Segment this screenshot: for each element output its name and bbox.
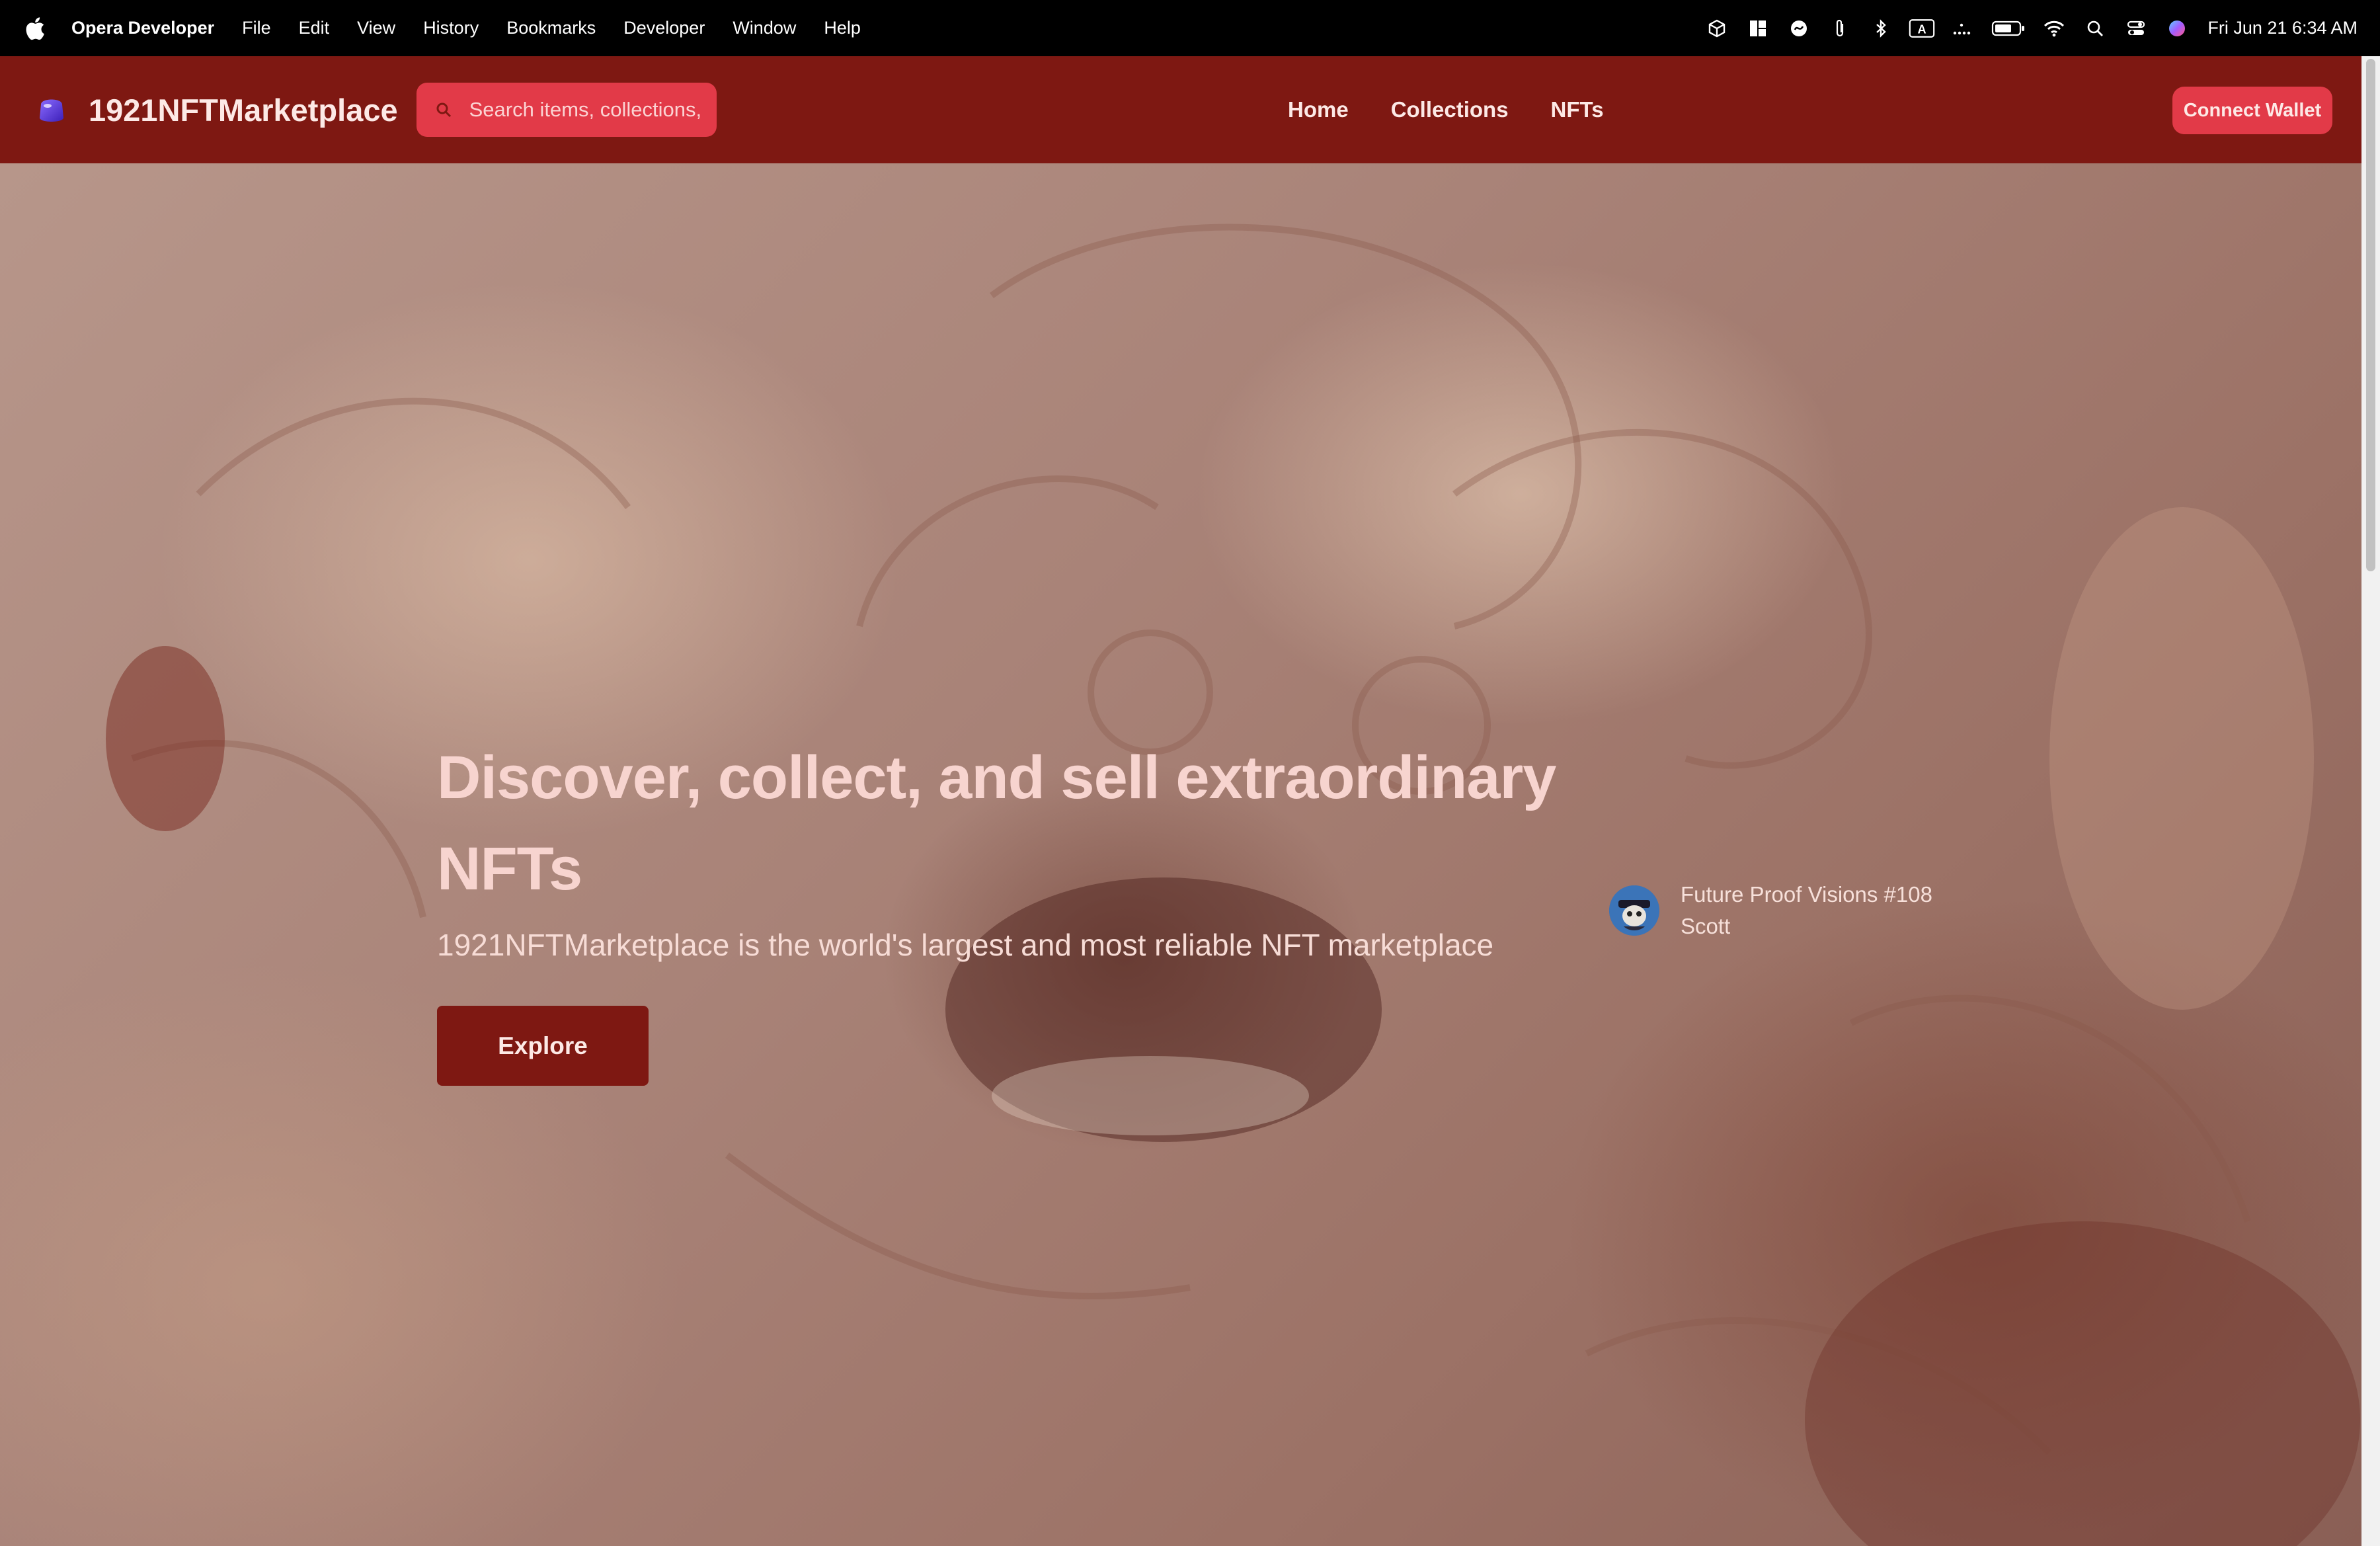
hero-title: Discover, collect, and sell extraordinar… (437, 744, 1556, 903)
hero-content: Discover, collect, and sell extraordinar… (437, 732, 1561, 1086)
spotlight-search-icon[interactable] (2082, 15, 2108, 42)
control-center-icon[interactable] (2123, 15, 2149, 42)
creator-avatar[interactable] (1609, 885, 1659, 936)
menu-developer[interactable]: Developer (623, 18, 705, 38)
nav-nfts[interactable]: NFTs (1551, 97, 1604, 122)
search-icon (435, 100, 455, 120)
menu-help[interactable]: Help (824, 18, 861, 38)
hero-section: Discover, collect, and sell extraordinar… (0, 163, 2361, 1546)
nav-collections[interactable]: Collections (1391, 97, 1509, 122)
menu-history[interactable]: History (423, 18, 479, 38)
dots-icon[interactable] (1950, 15, 1976, 42)
main-nav: Home Collections NFTs (1288, 56, 1646, 163)
page-scrollbar[interactable] (2361, 56, 2380, 1546)
featured-nft-creator[interactable]: Scott (1681, 911, 1932, 942)
system-menu-bar: Opera Developer File Edit View History B… (0, 0, 2380, 56)
menubar-status-area: A Fri Jun 21 6:34 AM (1689, 0, 2358, 56)
app-menu[interactable]: Opera Developer (71, 18, 214, 38)
explore-button[interactable]: Explore (437, 1006, 649, 1086)
menu-window[interactable]: Window (733, 18, 796, 38)
search-input[interactable] (469, 98, 707, 122)
wifi-icon[interactable] (2041, 15, 2067, 42)
menubar-clock[interactable]: Fri Jun 21 6:34 AM (2207, 18, 2358, 38)
brand-logo-icon[interactable] (33, 91, 70, 128)
grid-layout-icon[interactable] (1745, 15, 1771, 42)
menu-view[interactable]: View (357, 18, 395, 38)
nav-home[interactable]: Home (1288, 97, 1349, 122)
scrollbar-thumb[interactable] (2366, 59, 2375, 571)
battery-icon[interactable] (1991, 15, 2026, 42)
keyboard-input-a-icon[interactable]: A (1909, 15, 1935, 42)
menu-file[interactable]: File (242, 18, 271, 38)
menu-edit[interactable]: Edit (299, 18, 330, 38)
svg-text:A: A (1918, 22, 1926, 36)
featured-nft-title[interactable]: Future Proof Visions #108 (1681, 879, 1932, 911)
paperclip-icon[interactable] (1827, 15, 1853, 42)
hero-subtitle: 1921NFTMarketplace is the world's larges… (437, 928, 1494, 962)
scribble-icon[interactable] (1786, 15, 1812, 42)
apple-menu-icon[interactable] (25, 17, 49, 40)
search-bar[interactable] (416, 83, 717, 137)
brand-name[interactable]: 1921NFTMarketplace (89, 92, 398, 128)
menu-bookmarks[interactable]: Bookmarks (506, 18, 596, 38)
featured-nft-card[interactable]: Future Proof Visions #108 Scott (1609, 879, 1932, 942)
connect-wallet-button[interactable]: Connect Wallet (2172, 87, 2332, 134)
featured-meta: Future Proof Visions #108 Scott (1681, 879, 1932, 942)
siri-icon[interactable] (2164, 15, 2190, 42)
bluetooth-icon[interactable] (1868, 15, 1894, 42)
3d-box-icon[interactable] (1704, 15, 1730, 42)
site-header: 1921NFTMarketplace Home Collections NFTs… (0, 56, 2361, 163)
